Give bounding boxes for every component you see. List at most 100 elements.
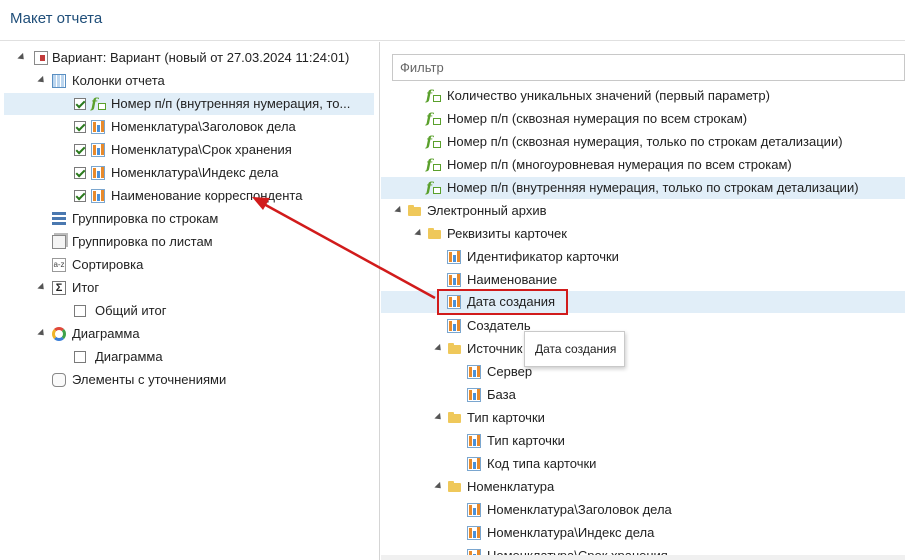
filter-input[interactable] <box>393 55 904 80</box>
field-item-label: Идентификатор карточки <box>467 249 619 264</box>
total-label: Итог <box>72 280 100 295</box>
diagram-checkbox[interactable] <box>74 351 86 363</box>
field-item[interactable]: Сервер <box>381 361 905 383</box>
folder-icon <box>428 228 441 239</box>
fx-function-icon: f <box>91 97 106 111</box>
column-checkbox[interactable] <box>74 144 86 156</box>
sheet-grouping-icon <box>52 235 66 249</box>
tree-node-diagram[interactable]: Диаграмма <box>0 323 380 345</box>
tree-node-diagram-item[interactable]: Диаграмма <box>0 346 380 368</box>
fx-function-icon: f <box>426 158 441 172</box>
variant-label: Вариант: Вариант (новый от 27.03.2024 11… <box>52 50 350 65</box>
donut-chart-icon <box>52 327 66 341</box>
field-icon <box>467 434 481 448</box>
fx-function-icon: f <box>426 89 441 103</box>
expand-toggle-icon[interactable] <box>414 228 424 239</box>
field-icon <box>467 457 481 471</box>
field-item[interactable]: Тип карточки <box>381 430 905 452</box>
expand-toggle-icon[interactable] <box>37 328 47 339</box>
window-title: Макет отчета <box>10 10 103 27</box>
window-titlebar: Макет отчета <box>0 0 905 41</box>
expand-toggle-icon[interactable] <box>37 282 47 293</box>
column-item[interactable]: Номенклатура\Заголовок дела <box>4 116 374 138</box>
grand-total-checkbox[interactable] <box>74 305 86 317</box>
field-icon <box>467 365 481 379</box>
field-item[interactable]: Код типа карточки <box>381 453 905 475</box>
fx-item[interactable]: f Количество уникальных значений (первый… <box>381 85 905 107</box>
folder-icon <box>408 205 421 216</box>
column-checkbox[interactable] <box>74 190 86 202</box>
expand-toggle-icon[interactable] <box>434 481 444 492</box>
tree-node-total[interactable]: Σ Итог <box>0 277 380 299</box>
tree-node-sorting[interactable]: a-z Сортировка <box>0 254 380 276</box>
diagram-item-label: Диаграмма <box>95 349 163 364</box>
column-item-label: Номенклатура\Индекс дела <box>111 165 279 180</box>
fx-item[interactable]: f Номер п/п (многоуровневая нумерация по… <box>381 154 905 176</box>
field-icon <box>91 120 105 134</box>
folder-card-type[interactable]: Тип карточки <box>381 407 905 429</box>
refinements-label: Элементы с уточнениями <box>72 372 227 387</box>
folder-nomenclature[interactable]: Номенклатура <box>381 476 905 498</box>
field-item[interactable]: Идентификатор карточки <box>381 246 905 268</box>
tree-node-grand-total[interactable]: Общий итог <box>0 300 380 322</box>
field-item[interactable]: Наименование <box>381 269 905 291</box>
expand-toggle-icon[interactable] <box>434 412 444 423</box>
field-item-label: Тип карточки <box>487 433 565 448</box>
fx-item-label: Номер п/п (многоуровневая нумерация по в… <box>447 157 792 172</box>
fx-item-label: Номер п/п (сквозная нумерация, только по… <box>447 134 843 149</box>
fx-item-label: Количество уникальных значений (первый п… <box>447 88 770 103</box>
field-item-label: База <box>487 387 516 402</box>
report-layout-tree: Вариант: Вариант (новый от 27.03.2024 11… <box>0 42 380 560</box>
column-item[interactable]: Номенклатура\Индекс дела <box>4 162 374 184</box>
column-item[interactable]: Наименование корреспондента <box>4 185 374 207</box>
tree-node-variant[interactable]: Вариант: Вариант (новый от 27.03.2024 11… <box>0 47 380 69</box>
column-item[interactable]: Номенклатура\Срок хранения <box>4 139 374 161</box>
tree-node-sheet-grouping[interactable]: Группировка по листам <box>0 231 380 253</box>
expand-toggle-icon[interactable] <box>394 205 404 216</box>
folder-card-props[interactable]: Реквизиты карточек <box>381 223 905 245</box>
horizontal-scrollbar[interactable] <box>381 555 905 560</box>
column-item-label: Номер п/п (внутренняя нумерация, то... <box>111 96 351 111</box>
folder-icon <box>448 481 461 492</box>
annotation-highlight-box <box>437 289 568 315</box>
folder-icon <box>448 412 461 423</box>
filter-box[interactable] <box>392 54 905 81</box>
table-columns-icon <box>52 74 66 88</box>
folder-label: Номенклатура <box>467 479 555 494</box>
fx-item[interactable]: f Номер п/п (сквозная нумерация, только … <box>381 131 905 153</box>
folder-electronic-archive[interactable]: Электронный архив <box>381 200 905 222</box>
sheet-grouping-label: Группировка по листам <box>72 234 213 249</box>
field-icon <box>91 166 105 180</box>
field-item-label: Номенклатура\Заголовок дела <box>487 502 672 517</box>
folder-label: Тип карточки <box>467 410 545 425</box>
column-item[interactable]: f Номер п/п (внутренняя нумерация, то... <box>4 93 374 115</box>
field-icon <box>91 143 105 157</box>
column-checkbox[interactable] <box>74 121 86 133</box>
tree-node-refinements[interactable]: Элементы с уточнениями <box>0 369 380 391</box>
expand-toggle-icon[interactable] <box>17 52 27 63</box>
field-item[interactable]: Номенклатура\Заголовок дела <box>381 499 905 521</box>
tooltip: Дата создания <box>524 331 625 367</box>
expand-toggle-icon[interactable] <box>37 75 47 86</box>
folder-label: Реквизиты карточек <box>447 226 567 241</box>
fx-function-icon: f <box>426 135 441 149</box>
field-item-label: Код типа карточки <box>487 456 597 471</box>
field-icon <box>467 388 481 402</box>
folder-source[interactable]: Источник <box>381 338 905 360</box>
folder-icon <box>448 343 461 354</box>
field-item[interactable]: Создатель <box>381 315 905 337</box>
column-item-label: Номенклатура\Срок хранения <box>111 142 292 157</box>
column-checkbox[interactable] <box>74 167 86 179</box>
sort-az-icon: a-z <box>52 258 66 272</box>
column-item-label: Наименование корреспондента <box>111 188 303 203</box>
report-doc-icon <box>34 51 48 65</box>
column-checkbox[interactable] <box>74 98 86 110</box>
tree-node-report-columns[interactable]: Колонки отчета <box>0 70 380 92</box>
field-item[interactable]: База <box>381 384 905 406</box>
fx-item[interactable]: f Номер п/п (внутренняя нумерация, тольк… <box>381 177 905 199</box>
expand-toggle-icon[interactable] <box>434 343 444 354</box>
row-grouping-icon <box>52 212 66 226</box>
tree-node-row-grouping[interactable]: Группировка по строкам <box>0 208 380 230</box>
fx-item[interactable]: f Номер п/п (сквозная нумерация по всем … <box>381 108 905 130</box>
field-item[interactable]: Номенклатура\Индекс дела <box>381 522 905 544</box>
